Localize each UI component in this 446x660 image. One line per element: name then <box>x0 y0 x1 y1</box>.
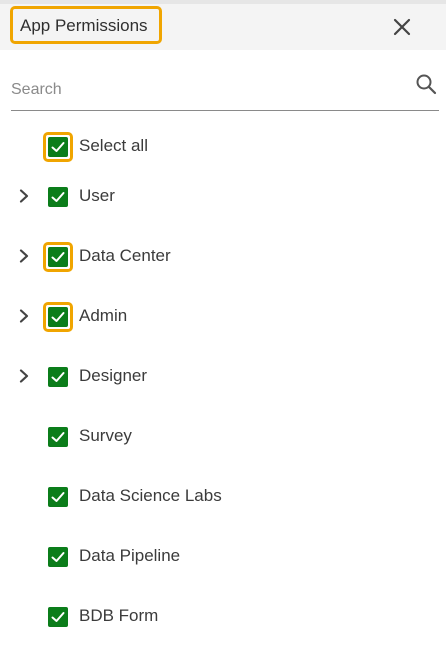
tree-item-user: User <box>0 176 446 216</box>
tree-item-designer: Designer <box>0 356 446 396</box>
tree-item-data-science-labs: Data Science Labs <box>0 476 446 516</box>
checkbox-admin[interactable] <box>48 307 68 327</box>
checkmark-icon <box>51 492 65 502</box>
checkbox-data-science-labs[interactable] <box>48 487 68 507</box>
search-input[interactable] <box>11 76 401 104</box>
checkbox-user[interactable] <box>48 187 68 207</box>
checkbox-data-center[interactable] <box>48 247 68 267</box>
checkmark-icon <box>51 142 65 152</box>
tree-item-label[interactable]: User <box>79 184 115 208</box>
tree-item-label[interactable]: Data Science Labs <box>79 484 222 508</box>
dialog-header: App Permissions <box>0 0 446 50</box>
checkmark-icon <box>51 612 65 622</box>
chevron-right-icon[interactable] <box>14 366 34 386</box>
checkmark-icon <box>51 192 65 202</box>
tree-item-label[interactable]: Data Center <box>79 244 171 268</box>
tree-item-label[interactable]: Admin <box>79 304 127 328</box>
tree-item-select-all: Select all <box>0 126 446 166</box>
checkmark-icon <box>51 312 65 322</box>
search-box <box>11 70 439 111</box>
tree-item-bdb-form: BDB Form <box>0 596 446 636</box>
tree-item-label[interactable]: Designer <box>79 364 147 388</box>
checkbox-select-all[interactable] <box>48 137 68 157</box>
checkmark-icon <box>51 552 65 562</box>
tree-item-data-pipeline: Data Pipeline <box>0 536 446 576</box>
chevron-right-icon[interactable] <box>14 186 34 206</box>
checkbox-data-pipeline[interactable] <box>48 547 68 567</box>
checkmark-icon <box>51 252 65 262</box>
checkmark-icon <box>51 432 65 442</box>
search-icon[interactable] <box>415 73 437 95</box>
tree-item-label[interactable]: Select all <box>79 134 148 158</box>
tree-item-label[interactable]: BDB Form <box>79 604 158 628</box>
tree-item-label[interactable]: Data Pipeline <box>79 544 180 568</box>
chevron-right-icon[interactable] <box>14 246 34 266</box>
tree-item-data-center: Data Center <box>0 236 446 276</box>
chevron-right-icon[interactable] <box>14 306 34 326</box>
close-icon[interactable] <box>390 15 414 39</box>
dialog-title: App Permissions <box>10 6 162 44</box>
tree-item-survey: Survey <box>0 416 446 456</box>
checkbox-bdb-form[interactable] <box>48 607 68 627</box>
tree-item-admin: Admin <box>0 296 446 336</box>
checkbox-designer[interactable] <box>48 367 68 387</box>
tree-item-label[interactable]: Survey <box>79 424 132 448</box>
checkmark-icon <box>51 372 65 382</box>
checkbox-survey[interactable] <box>48 427 68 447</box>
